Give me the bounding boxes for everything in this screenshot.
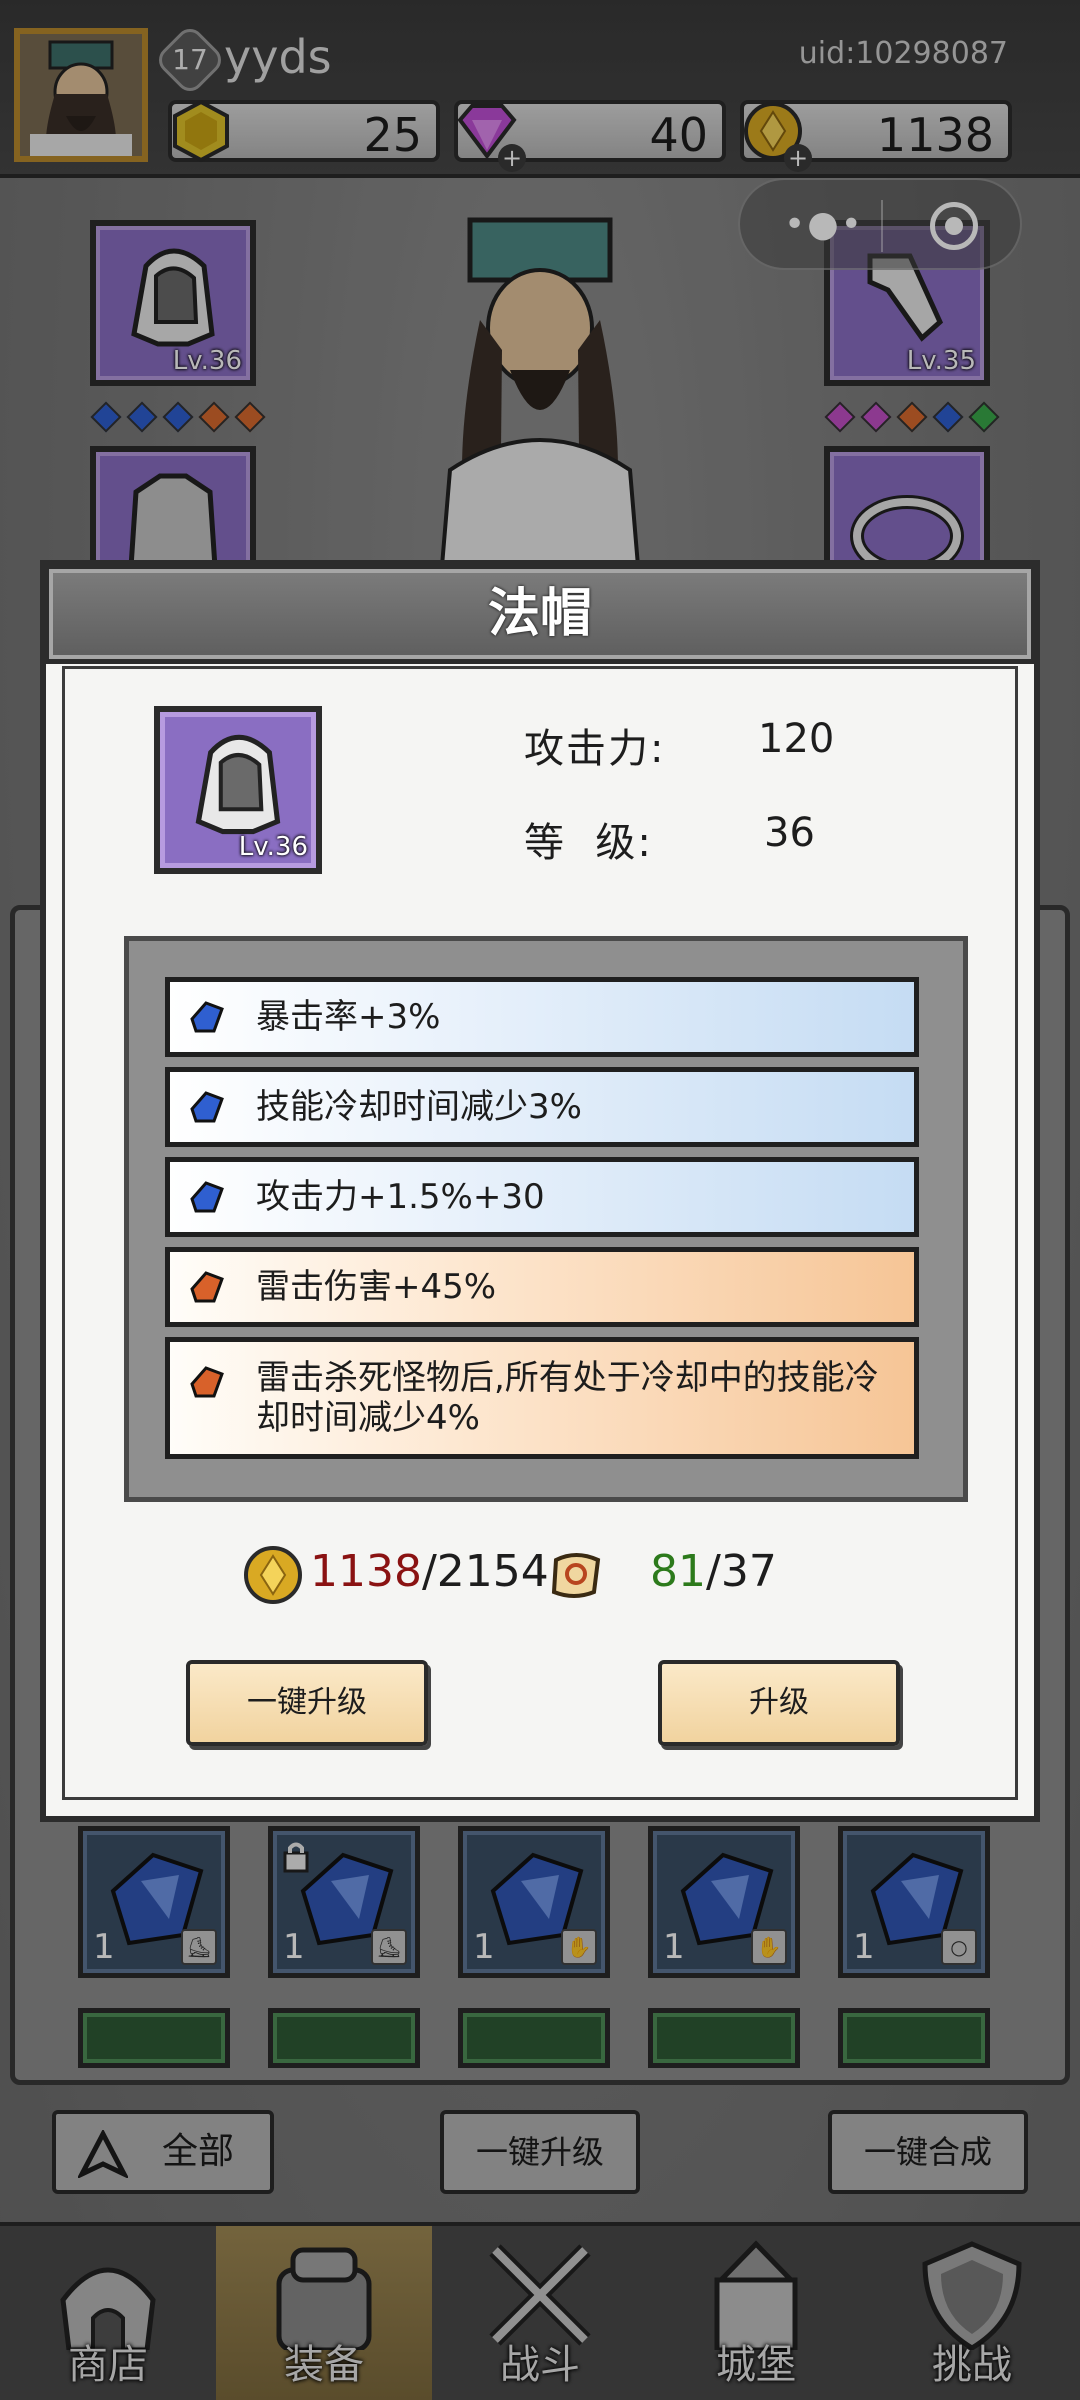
scroll-cost: 81/37 [650,1546,777,1597]
orange-crystal-icon [190,1271,224,1303]
attack-label: 攻击力: [524,726,666,772]
gold-cost: 1138/2154 [310,1546,549,1597]
item-preview: Lv.36 [154,706,322,874]
attack-value: 120 [758,716,835,762]
level-value: 36 [764,810,815,856]
equipment-detail-dialog: 法帽 Lv.36 攻击力: 120 等 级: 36 暴击率+3% 技能冷却时间减… [40,560,1040,1822]
affix-item: 雷击杀死怪物后,所有处于冷却中的技能冷却时间减少4% [165,1337,919,1459]
blue-crystal-icon [190,1001,224,1033]
affix-item: 雷击伤害+45% [165,1247,919,1327]
scroll-icon [551,1553,601,1598]
affix-item: 暴击率+3% [165,977,919,1057]
upgrade-button[interactable]: 升级 [658,1660,900,1746]
affix-item: 攻击力+1.5%+30 [165,1157,919,1237]
orange-crystal-icon [190,1366,224,1398]
affix-item: 技能冷却时间减少3% [165,1067,919,1147]
gold-coin-icon [244,1546,302,1604]
dialog-title: 法帽 [44,564,1036,664]
blue-crystal-icon [190,1091,224,1123]
blue-crystal-icon [190,1181,224,1213]
level-label: 等 级: [524,820,653,866]
affix-list: 暴击率+3% 技能冷却时间减少3% 攻击力+1.5%+30 雷击伤害+45% 雷… [124,936,968,1502]
one-key-upgrade-item-button[interactable]: 一键升级 [186,1660,428,1746]
